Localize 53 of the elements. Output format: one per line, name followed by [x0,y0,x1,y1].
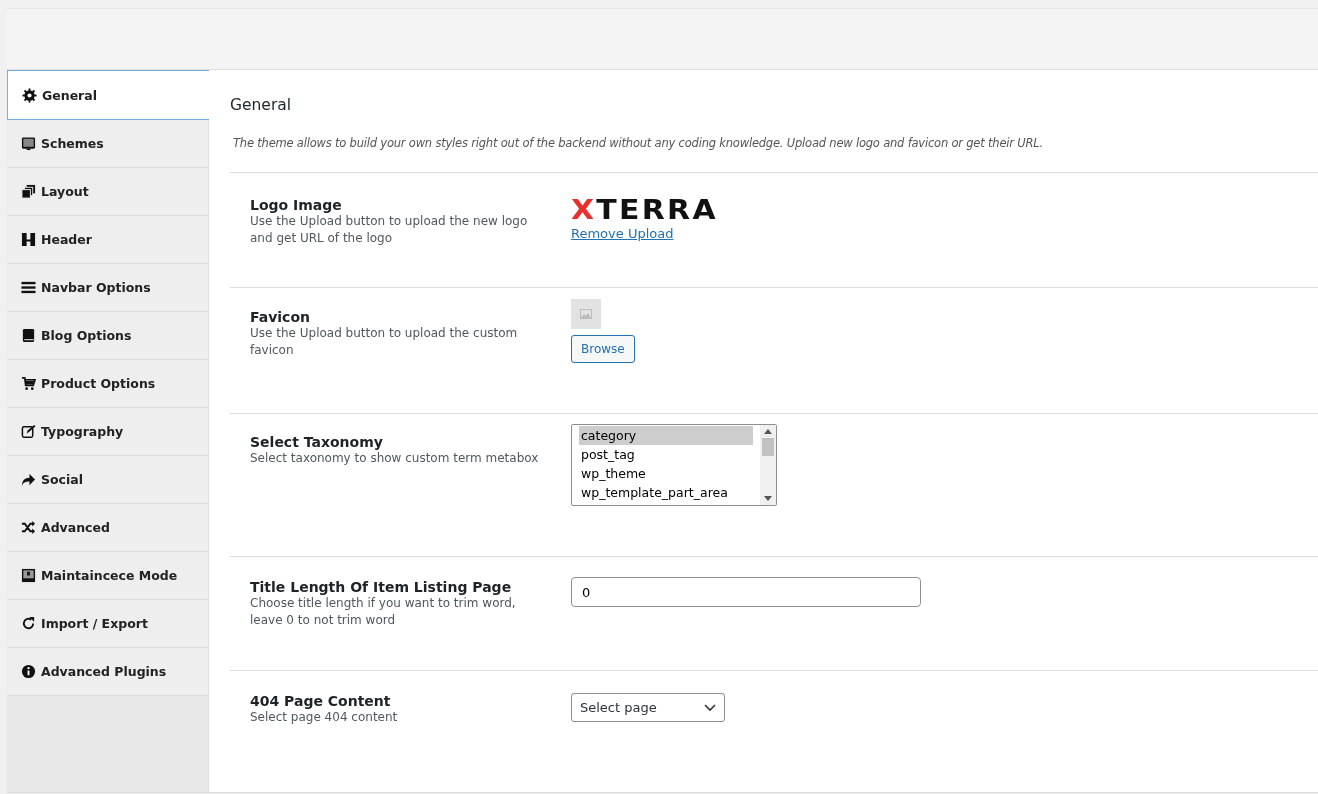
scrollbar[interactable] [760,425,776,505]
scroll-up-arrow-icon[interactable] [764,429,772,434]
section-title: General [230,96,293,114]
remove-upload-link[interactable]: Remove Upload [571,226,674,241]
shuffle-icon [21,520,36,535]
field-description: Use the Upload button to upload the custom favicon [250,325,519,359]
image-placeholder [571,299,601,329]
sidebar-tab[interactable]: Navbar Options [7,264,208,312]
field-description: Select page 404 content [250,709,399,726]
list-option[interactable]: post_tag [579,445,753,464]
field-description: Choose title length if you want to trim word, leave 0 to not trim word [250,595,517,629]
gear-icon [22,87,37,103]
field-description: Use the Upload button to upload the new logo and get URL of the logo [250,213,529,247]
field-label: 404 Page Content [250,693,392,709]
layers-icon [21,184,36,199]
sidebar-tab[interactable]: Advanced [7,504,208,552]
sync-icon [21,616,36,631]
field-label: Favicon [250,309,311,325]
logo-image: XTERRA [571,197,718,223]
sidebar-tab[interactable]: Layout [7,168,208,216]
sidebar-tab[interactable]: Maintaincece Mode [7,552,208,600]
field-label: Title Length Of Item Listing Page [250,579,513,595]
cart-icon [21,376,36,391]
book-icon [21,328,36,343]
list-option[interactable]: category [579,426,753,445]
info-icon [21,664,36,679]
scroll-down-arrow-icon[interactable] [764,496,772,501]
sidebar-tab[interactable]: Import / Export [7,600,208,648]
field-label: Logo Image [250,197,343,213]
browse-button[interactable]: Browse [571,335,635,363]
menu-icon [21,280,36,295]
edit-icon [21,424,36,439]
field-description: Select taxonomy to show custom term metabox [250,450,540,467]
sidebar-tab[interactable]: Header [7,216,208,264]
sidebar-tab[interactable]: Product Options [7,360,208,408]
list-option[interactable]: wp_template_part_area [579,483,753,502]
list-option[interactable]: wp_theme [579,464,753,483]
sidebar-tab[interactable]: General [7,70,210,120]
text-input[interactable]: 0 [571,577,921,607]
sidebar-tab[interactable]: Advanced Plugins [7,648,208,696]
page-select[interactable]: Select page [571,693,725,722]
sidebar-tab[interactable]: Blog Options [7,312,208,360]
scrollbar-thumb[interactable] [762,438,774,456]
sidebar-tab[interactable]: Typography [7,408,208,456]
section-description: The theme allows to build your own styles right out of the backend without any coding knowledge. Upload new logo and favicon or get their URL. [233,136,1044,150]
monitor-icon [21,136,36,151]
header-icon [21,232,36,247]
field-label: Select Taxonomy [250,434,384,450]
sidebar-tab[interactable]: Social [7,456,208,504]
sidebar-tab[interactable]: Schemes [7,120,208,168]
share-arrow-icon [21,472,36,487]
taxonomy-listbox[interactable]: category post_tag wp_theme wp_template_part_area [571,424,777,506]
chevron-icon [704,703,716,712]
